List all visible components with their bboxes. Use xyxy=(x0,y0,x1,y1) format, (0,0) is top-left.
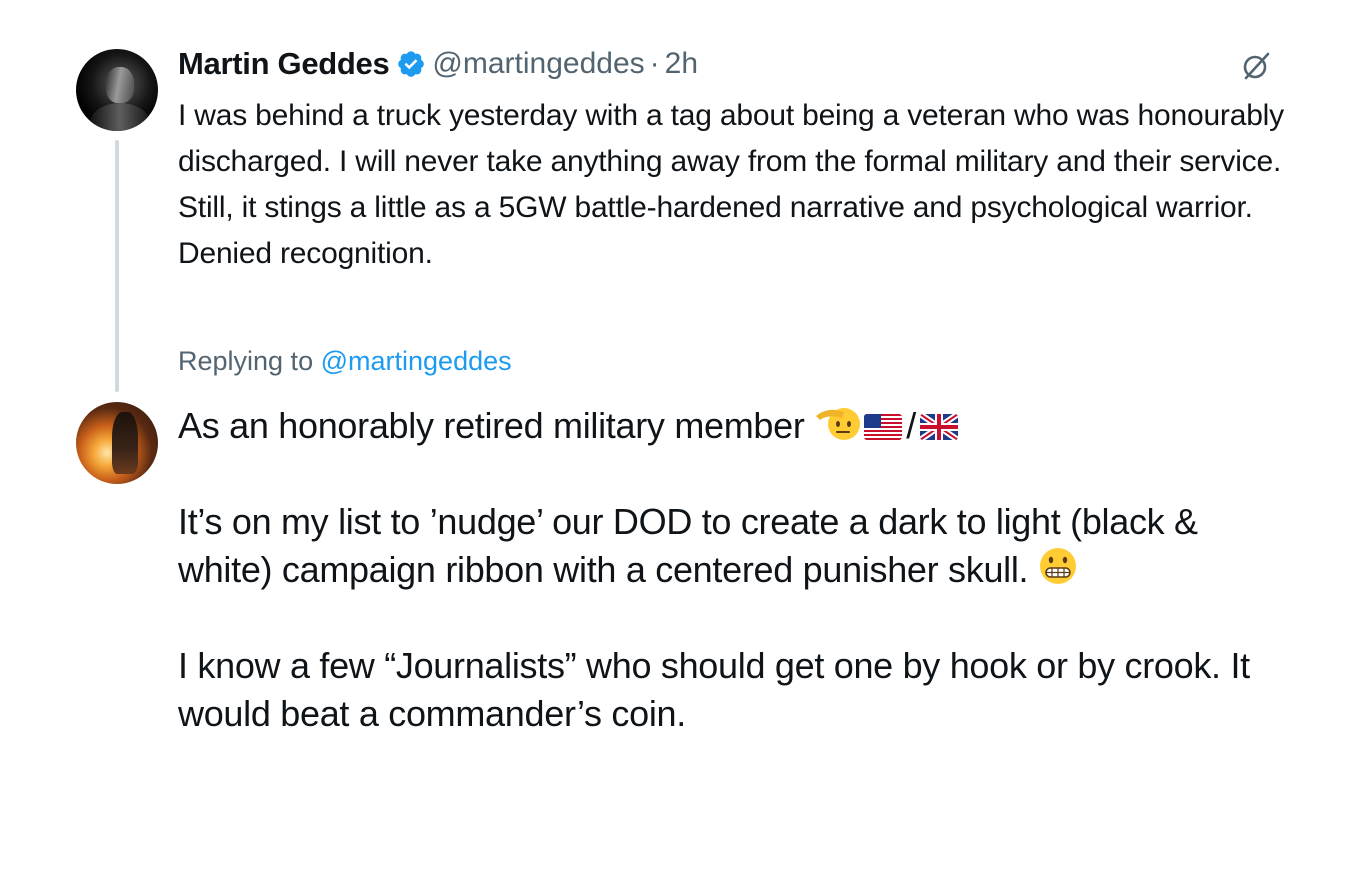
thread-connector-line xyxy=(115,140,119,392)
saluting-face-emoji xyxy=(816,408,861,440)
replying-to-label: Replying to @martingeddes xyxy=(178,346,512,377)
avatar-face xyxy=(106,67,134,103)
header-separator: · xyxy=(649,47,660,80)
avatar-figure xyxy=(112,412,138,474)
reply-paragraph-2: It’s on my list to ’nudge’ our DOD to cr… xyxy=(178,498,1298,594)
avatar-shoulders xyxy=(90,103,150,131)
us-flag-emoji xyxy=(864,414,903,440)
tweet-header: Martin Geddes @martingeddes · 2h xyxy=(178,44,698,84)
verified-badge-icon xyxy=(398,51,425,77)
tweet-timestamp[interactable]: 2h xyxy=(665,47,698,81)
grimacing-face-emoji xyxy=(1039,548,1076,584)
reply-line-1-text: As an honorably retired military member xyxy=(178,405,805,446)
author-handle[interactable]: @martingeddes xyxy=(432,47,644,81)
reply-line-1: As an honorably retired military member … xyxy=(178,402,1298,450)
grok-icon[interactable] xyxy=(1240,50,1272,82)
avatar-martin-geddes[interactable] xyxy=(76,49,158,131)
reply-body: As an honorably retired military member … xyxy=(178,402,1298,738)
flag-separator: / xyxy=(906,405,916,446)
uk-flag-emoji xyxy=(919,414,958,440)
replying-prefix: Replying to xyxy=(178,346,314,376)
avatar-reply-author[interactable] xyxy=(76,402,158,484)
reply-paragraph-3: I know a few “Journalists” who should ge… xyxy=(178,645,1250,734)
author-name[interactable]: Martin Geddes xyxy=(178,46,390,82)
tweet-body: I was behind a truck yesterday with a ta… xyxy=(178,99,1284,270)
replying-mention-link[interactable]: @martingeddes xyxy=(321,346,512,376)
